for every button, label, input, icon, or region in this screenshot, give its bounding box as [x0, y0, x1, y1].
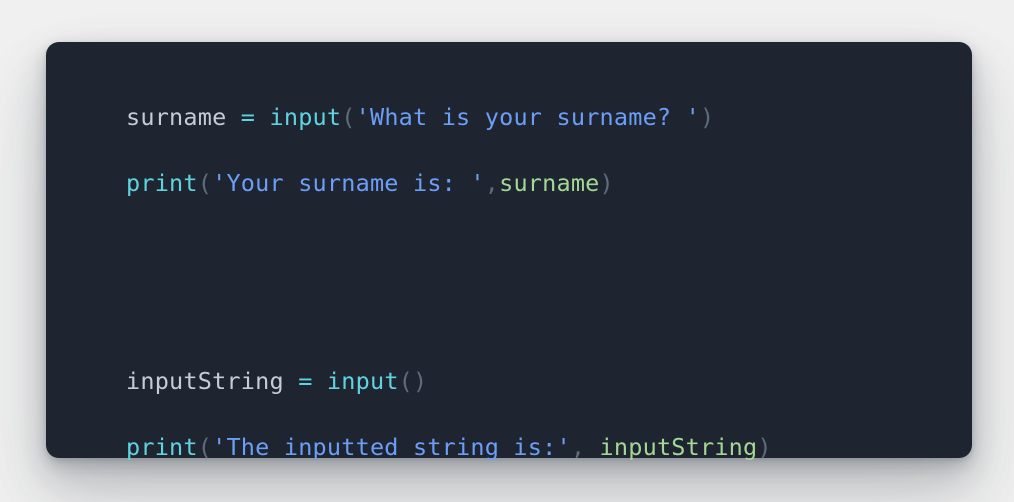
- code-token-punct: ,: [484, 169, 500, 197]
- code-line-blank: ​: [126, 282, 772, 348]
- code-line: inputString = input(): [126, 348, 772, 414]
- code-token-fn: input: [326, 367, 399, 395]
- code-token-fn: print: [126, 433, 198, 461]
- code-line: surname = input('What is your surname? '…: [126, 84, 772, 150]
- code-token-plain: inputString: [126, 367, 284, 395]
- code-token-punct: (: [197, 169, 213, 197]
- code-token-fn: print: [126, 169, 198, 197]
- snippet-stage: surname = input('What is your surname? '…: [0, 0, 1014, 502]
- code-token-string: 'The inputted string is:': [212, 433, 571, 461]
- code-token-punct: (: [398, 367, 414, 395]
- code-line: print('The inputted string is:', inputSt…: [126, 414, 772, 480]
- code-token-punct: (: [197, 433, 213, 461]
- code-token-op: =: [298, 367, 313, 395]
- code-token-punct: ): [699, 103, 715, 131]
- code-block[interactable]: surname = input('What is your surname? '…: [126, 84, 772, 480]
- code-token-punct: ,: [570, 433, 586, 461]
- code-token-plain: surname: [126, 103, 227, 131]
- code-token-punct: ): [413, 367, 428, 395]
- code-token-punct: ): [757, 433, 772, 461]
- code-line: print('Your surname is: ',surname): [126, 150, 772, 216]
- code-token-op: =: [240, 103, 256, 131]
- code-token-var: inputString: [599, 433, 758, 461]
- code-token-var: surname: [499, 169, 600, 197]
- code-card: surname = input('What is your surname? '…: [46, 42, 972, 461]
- code-token-punct: ): [599, 169, 614, 197]
- code-token-string: 'What is your surname? ': [355, 103, 700, 131]
- code-token-fn: input: [269, 103, 342, 131]
- code-line-blank: ​: [126, 216, 772, 282]
- code-token-punct: (: [341, 103, 356, 131]
- code-token-string: 'Your surname is: ': [212, 169, 485, 197]
